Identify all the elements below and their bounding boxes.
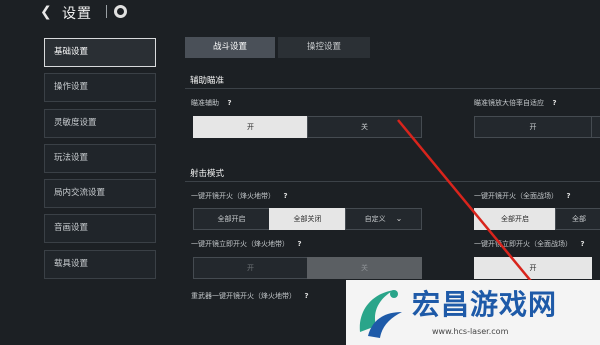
watermark-logo-icon [359, 290, 402, 338]
watermark-url: www.hcs-laser.com [432, 327, 509, 336]
watermark-text: 宏昌游戏网 [412, 288, 558, 321]
arrow-shaft [397, 119, 541, 293]
